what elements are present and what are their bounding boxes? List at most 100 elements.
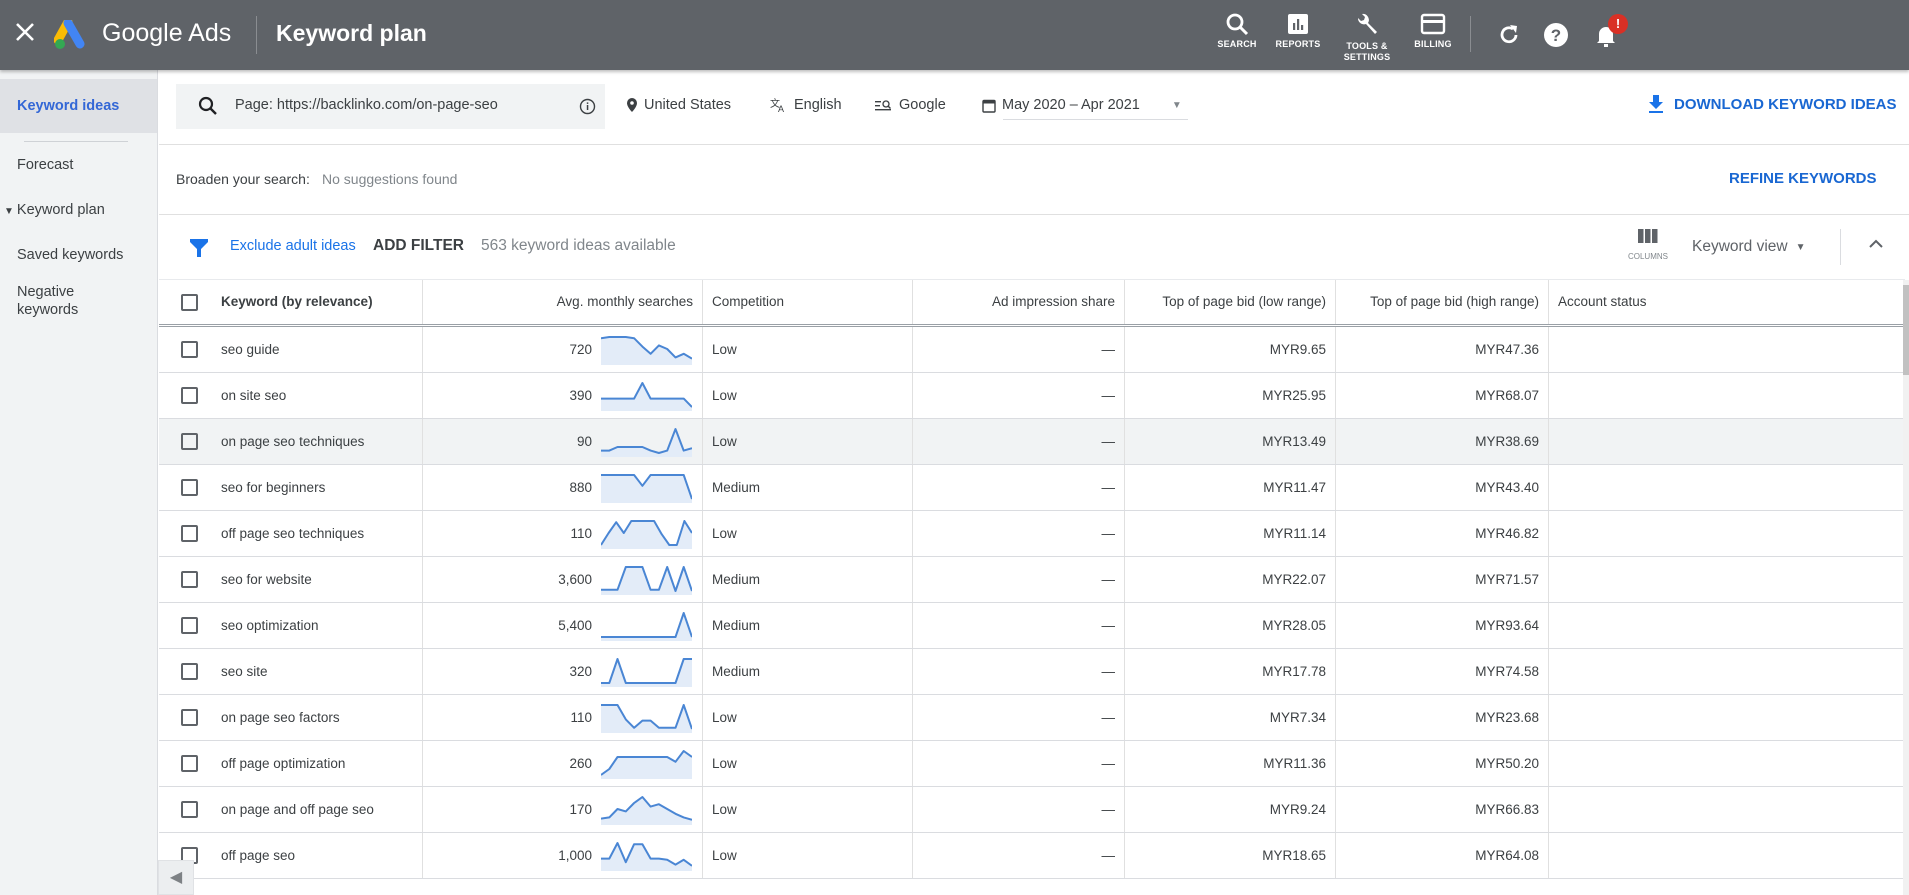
row-checkbox[interactable]: [181, 755, 198, 772]
search-nav-button[interactable]: SEARCH: [1207, 12, 1267, 50]
sidebar-divider: [24, 141, 128, 142]
chevron-up-icon[interactable]: [1867, 236, 1885, 250]
sidebar-item-keyword-plan[interactable]: ▼ Keyword plan: [0, 195, 157, 225]
column-header-searches[interactable]: Avg. monthly searches: [423, 280, 703, 324]
bid-low-cell: MYR25.95: [1125, 373, 1336, 418]
table-header: Keyword (by relevance) Avg. monthly sear…: [159, 280, 1905, 327]
table-row[interactable]: off page seo 1,000 Low — MYR18.65 MYR64.08: [159, 833, 1905, 879]
tools-settings-nav-button[interactable]: TOOLS & SETTINGS: [1337, 12, 1397, 63]
column-header-bid-high[interactable]: Top of page bid (high range): [1336, 280, 1549, 324]
bid-high-cell: MYR64.08: [1336, 833, 1549, 878]
row-checkbox[interactable]: [181, 341, 198, 358]
select-all-checkbox[interactable]: [181, 294, 198, 311]
table-row[interactable]: seo guide 720 Low — MYR9.65 MYR47.36: [159, 327, 1905, 373]
sidebar-item-keyword-ideas[interactable]: Keyword ideas: [0, 79, 157, 133]
search-trend-sparkline[interactable]: [601, 335, 692, 365]
sidebar: Keyword ideas Forecast ▼ Keyword plan Sav…: [0, 70, 158, 895]
bid-high-cell: MYR47.36: [1336, 327, 1549, 372]
sidebar-item-saved-keywords[interactable]: Saved keywords: [0, 240, 157, 270]
table-row[interactable]: on page seo techniques 90 Low — MYR13.49 MYR3…: [159, 419, 1905, 465]
reports-icon: [1288, 14, 1308, 34]
row-checkbox[interactable]: [181, 387, 198, 404]
table-row[interactable]: off page optimization 260 Low — MYR11.36 MYR5…: [159, 741, 1905, 787]
avg-monthly-searches-value: 90: [576, 434, 592, 449]
search-trend-sparkline[interactable]: [601, 611, 692, 641]
competition-cell: Medium: [703, 557, 913, 602]
search-trend-sparkline[interactable]: [601, 519, 692, 549]
collapse-sidebar-button[interactable]: ◀: [158, 860, 194, 895]
row-checkbox[interactable]: [181, 479, 198, 496]
billing-nav-button[interactable]: BILLING: [1403, 12, 1463, 50]
row-checkbox[interactable]: [181, 709, 198, 726]
reports-nav-button[interactable]: REPORTS: [1268, 12, 1328, 50]
search-trend-sparkline[interactable]: [601, 657, 692, 687]
refresh-button[interactable]: [1496, 22, 1522, 48]
bid-high-cell: MYR93.64: [1336, 603, 1549, 648]
search-trend-sparkline[interactable]: [601, 749, 692, 779]
network-selector[interactable]: Google: [875, 97, 946, 113]
download-keyword-ideas-button[interactable]: DOWNLOAD KEYWORD IDEAS: [1647, 94, 1897, 114]
columns-button[interactable]: COLUMNS: [1623, 229, 1673, 261]
search-trend-sparkline[interactable]: [601, 703, 692, 733]
help-button[interactable]: ?: [1543, 22, 1569, 48]
sidebar-item-negative-keywords[interactable]: Negative keywords: [0, 283, 157, 319]
table-row[interactable]: seo for beginners 880 Medium — MYR11.47 MYR43…: [159, 465, 1905, 511]
row-checkbox[interactable]: [181, 617, 198, 634]
dropdown-arrow-icon: ▼: [1795, 241, 1806, 253]
account-status-cell: [1549, 695, 1905, 740]
row-checkbox[interactable]: [181, 525, 198, 542]
filter-icon[interactable]: [190, 238, 208, 258]
filterbar-divider: [1840, 229, 1841, 265]
avg-monthly-searches-cell: 3,600: [423, 557, 703, 602]
column-header-bid-low[interactable]: Top of page bid (low range): [1125, 280, 1336, 324]
caret-down-icon: ▼: [4, 206, 14, 217]
search-input[interactable]: Page: https://backlinko.com/on-page-seo: [176, 84, 605, 129]
keyword-view-label: Keyword view: [1692, 238, 1788, 255]
table-row[interactable]: off page seo techniques 110 Low — MYR11.14 MY…: [159, 511, 1905, 557]
search-trend-sparkline[interactable]: [601, 381, 692, 411]
search-trend-sparkline[interactable]: [601, 427, 692, 457]
table-row[interactable]: on page seo factors 110 Low — MYR7.34 MYR23.6…: [159, 695, 1905, 741]
language-selector[interactable]: 文A English: [770, 97, 842, 113]
column-header-impression-share[interactable]: Ad impression share: [913, 280, 1125, 324]
search-trend-sparkline[interactable]: [601, 795, 692, 825]
tools-nav-label-1: TOOLS &: [1346, 41, 1388, 51]
bid-high-cell: MYR71.57: [1336, 557, 1549, 602]
info-icon[interactable]: [579, 98, 596, 115]
sidebar-item-forecast[interactable]: Forecast: [0, 150, 157, 180]
refine-keywords-button[interactable]: REFINE KEYWORDS: [1729, 170, 1877, 187]
vertical-scrollbar-thumb[interactable]: [1903, 285, 1909, 375]
column-header-keyword[interactable]: Keyword (by relevance): [159, 280, 423, 324]
row-checkbox[interactable]: [181, 663, 198, 680]
row-checkbox[interactable]: [181, 433, 198, 450]
location-selector[interactable]: United States: [626, 97, 731, 113]
row-checkbox[interactable]: [181, 801, 198, 818]
table-row[interactable]: on page and off page seo 170 Low — MYR9.24 MY…: [159, 787, 1905, 833]
search-trend-sparkline[interactable]: [601, 565, 692, 595]
keyword-text: off page seo techniques: [221, 526, 365, 541]
sparkline-area: [601, 751, 692, 779]
search-trend-sparkline[interactable]: [601, 473, 692, 503]
table-row[interactable]: seo site 320 Medium — MYR17.78 MYR74.58: [159, 649, 1905, 695]
column-header-competition[interactable]: Competition: [703, 280, 913, 324]
avg-monthly-searches-cell: 720: [423, 327, 703, 372]
bid-low-cell: MYR9.24: [1125, 787, 1336, 832]
table-row[interactable]: on site seo 390 Low — MYR25.95 MYR68.07: [159, 373, 1905, 419]
table-row[interactable]: seo optimization 5,400 Medium — MYR28.05 MYR9…: [159, 603, 1905, 649]
add-filter-button[interactable]: ADD FILTER: [373, 237, 464, 255]
table-row[interactable]: seo for website 3,600 Medium — MYR22.07 MYR71…: [159, 557, 1905, 603]
bid-low-cell: MYR9.65: [1125, 327, 1336, 372]
competition-cell: Low: [703, 327, 913, 372]
wrench-icon: [1357, 13, 1377, 34]
row-checkbox[interactable]: [181, 571, 198, 588]
brand-name[interactable]: Google Ads: [102, 19, 231, 48]
bid-low-cell: MYR28.05: [1125, 603, 1336, 648]
close-button[interactable]: [14, 20, 38, 48]
search-trend-sparkline[interactable]: [601, 841, 692, 871]
competition-cell: Low: [703, 787, 913, 832]
billing-icon: [1420, 13, 1446, 35]
keyword-view-dropdown[interactable]: Keyword view ▼: [1692, 238, 1806, 256]
exclude-adult-ideas-filter[interactable]: Exclude adult ideas: [230, 238, 356, 254]
bid-low-cell: MYR13.49: [1125, 419, 1336, 464]
column-header-account-status[interactable]: Account status: [1549, 280, 1905, 324]
